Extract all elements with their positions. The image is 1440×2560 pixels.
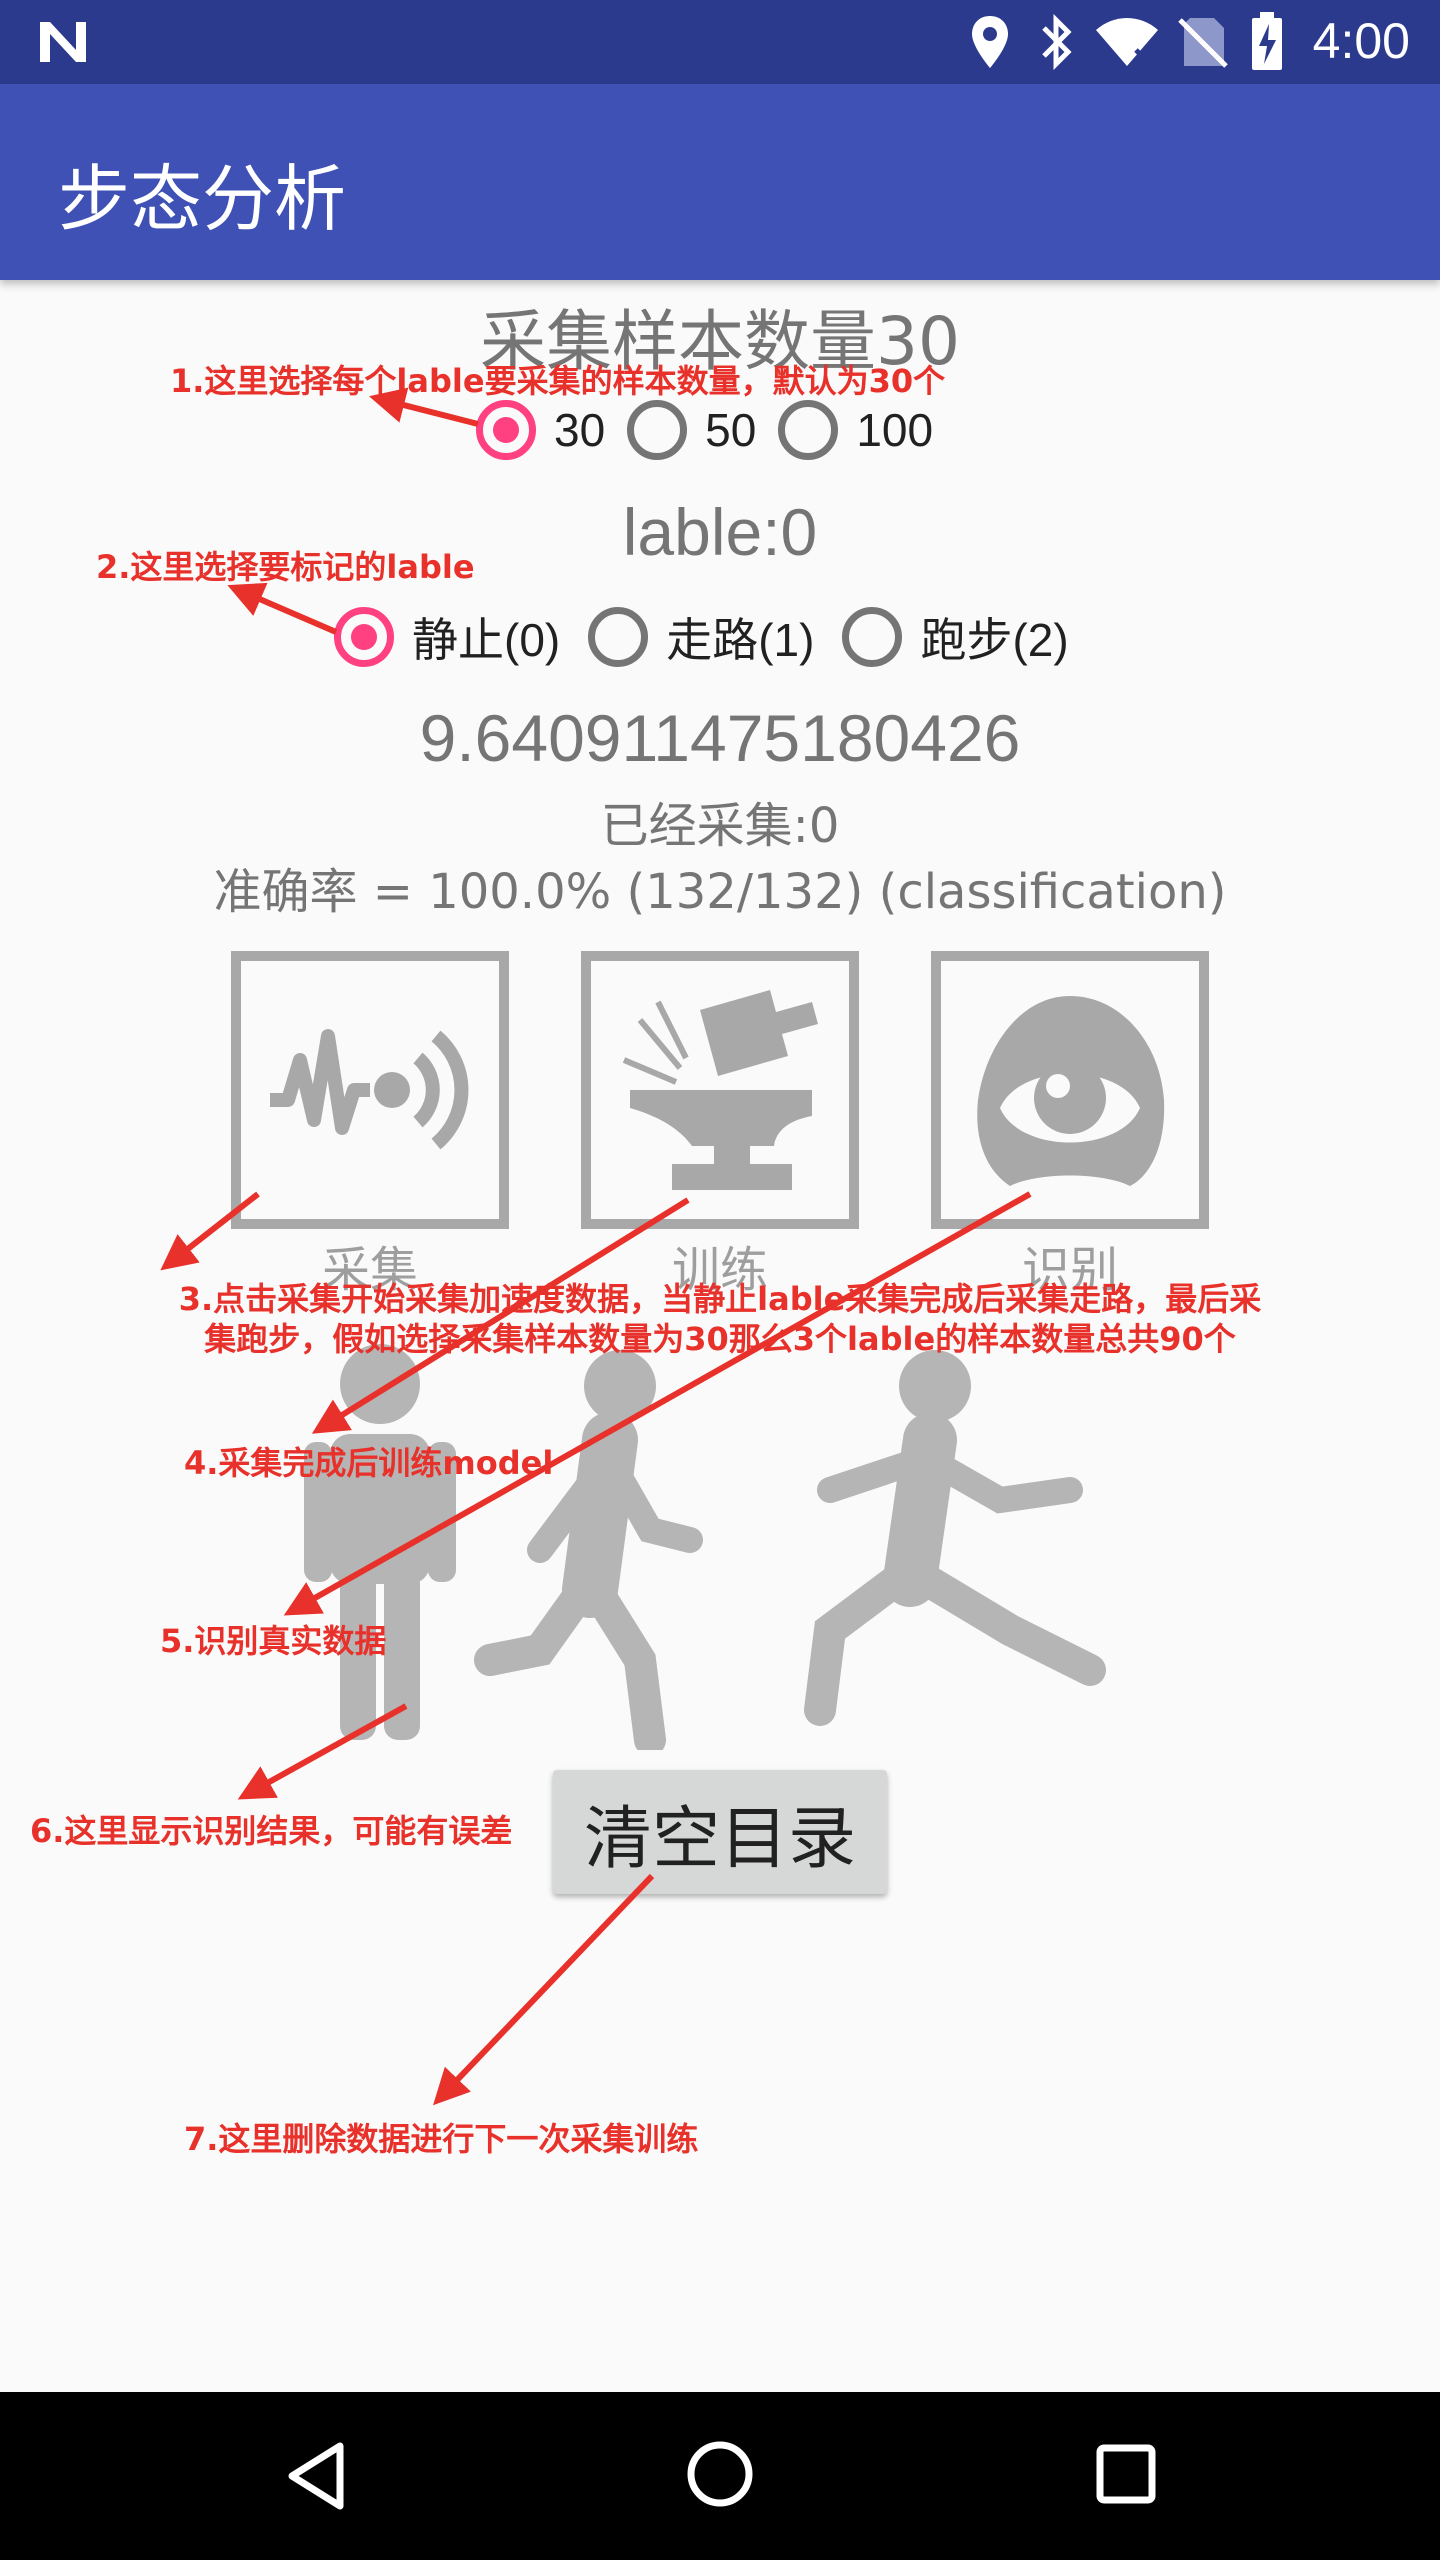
annotation-arrow-5	[283, 1191, 1032, 1616]
annotation-6: 6.这里显示识别结果，可能有误差	[30, 1812, 513, 1850]
home-icon[interactable]	[682, 2436, 758, 2512]
back-icon[interactable]	[280, 2438, 356, 2514]
annotation-4: 4.采集完成后训练model	[184, 1444, 554, 1482]
annotation-1: 1.这里选择每个lable要采集的样本数量，默认为30个	[170, 362, 946, 400]
annotation-arrow-7	[433, 1873, 655, 2106]
navigation-bar	[0, 2392, 1440, 2560]
recents-icon[interactable]	[1090, 2438, 1162, 2510]
annotation-arrow-3	[160, 1191, 260, 1271]
annotation-arrow-2	[227, 582, 338, 635]
annotation-3-line2: 集跑步，假如选择采集样本数量为30那么3个lable的样本数量总共90个	[204, 1320, 1236, 1358]
annotation-2: 2.这里选择要标记的lable	[96, 548, 475, 586]
annotation-7: 7.这里删除数据进行下一次采集训练	[184, 2120, 699, 2158]
annotation-5: 5.识别真实数据	[160, 1622, 387, 1660]
annotation-arrow-6	[237, 1703, 408, 1800]
